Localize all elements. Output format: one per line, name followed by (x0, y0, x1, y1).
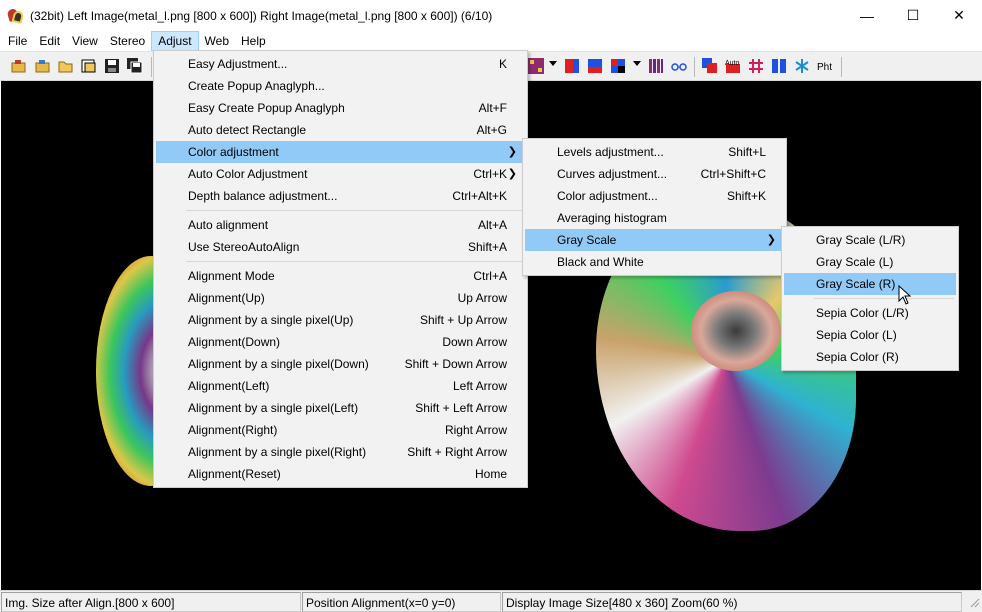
auto-icon[interactable]: Auto (725, 58, 741, 74)
menu-item-curves-adjustment[interactable]: Curves adjustment... Ctrl+Shift+C (525, 163, 784, 185)
window-controls: — ☐ ✕ (844, 0, 982, 31)
submenu-arrow-icon: ❯ (507, 168, 517, 180)
status-position-alignment: Position Alignment(x=0 y=0) (302, 592, 501, 612)
grid-icon[interactable] (748, 58, 764, 74)
dropdown-arrow-icon[interactable] (549, 61, 557, 66)
color-adjustment-submenu: Levels adjustment... Shift+L Curves adjus… (522, 138, 787, 276)
menu-item-color-adjustment[interactable]: Color adjustment ❯ (156, 141, 525, 163)
menu-item-auto-alignment[interactable]: Auto alignment Alt+A (156, 214, 525, 236)
menu-stereo[interactable]: Stereo (104, 31, 151, 51)
resize-grip-icon[interactable] (968, 596, 980, 611)
menu-item-sepia-color-lr[interactable]: Sepia Color (L/R) (784, 302, 956, 324)
status-bar: Img. Size after Align.[800 x 600] Positi… (0, 590, 982, 612)
open-folder-icon[interactable] (58, 58, 74, 74)
close-button[interactable]: ✕ (936, 0, 982, 31)
menu-item-sepia-color-l[interactable]: Sepia Color (L) (784, 324, 956, 346)
adjust-menu: Easy Adjustment... K Create Popup Anaglyp… (153, 50, 528, 488)
menu-item-create-popup-anaglyph[interactable]: Create Popup Anaglyph... (156, 75, 525, 97)
auto-text: Auto (725, 60, 740, 67)
open-stereo-icon[interactable] (81, 58, 97, 74)
menu-item-alignment-down[interactable]: Alignment(Down) Down Arrow (156, 331, 525, 353)
overlap-icon[interactable] (702, 58, 718, 74)
split-view-icon[interactable] (771, 58, 787, 74)
menu-help[interactable]: Help (235, 31, 272, 51)
menu-item-averaging-histogram[interactable]: Averaging histogram (525, 207, 784, 229)
menu-item-depth-balance-adjustment[interactable]: Depth balance adjustment... Ctrl+Alt+K (156, 185, 525, 207)
status-image-size: Img. Size after Align.[800 x 600] (1, 592, 301, 612)
menu-file[interactable]: File (2, 31, 33, 51)
menu-item-gray-scale-lr[interactable]: Gray Scale (L/R) (784, 229, 956, 251)
menu-view[interactable]: View (66, 31, 104, 51)
menu-item-alignment-pixel-left[interactable]: Alignment by a single pixel(Left) Shift +… (156, 397, 525, 419)
menu-item-easy-create-popup-anaglyph[interactable]: Easy Create Popup Anaglyph Alt+F (156, 97, 525, 119)
interlace-icon[interactable] (648, 58, 664, 74)
menu-web[interactable]: Web (199, 31, 235, 51)
open-right-icon[interactable] (35, 58, 51, 74)
menu-item-auto-color-adjustment[interactable]: Auto Color Adjustment Ctrl+K ❯ (156, 163, 525, 185)
menu-item-alignment-up[interactable]: Alignment(Up) Up Arrow (156, 287, 525, 309)
pht-text: Pht (817, 62, 832, 73)
pht-icon[interactable]: Pht (817, 58, 839, 74)
menu-item-easy-adjustment[interactable]: Easy Adjustment... K (156, 53, 525, 75)
save-icon[interactable] (104, 58, 120, 74)
glasses-icon[interactable] (671, 58, 687, 74)
maximize-button[interactable]: ☐ (890, 0, 936, 31)
snowflake-icon[interactable] (794, 58, 810, 74)
minimize-button[interactable]: — (844, 0, 890, 31)
menu-item-alignment-pixel-down[interactable]: Alignment by a single pixel(Down) Shift +… (156, 353, 525, 375)
status-display-size: Display Image Size[480 x 360] Zoom(60 %) (502, 592, 962, 612)
menu-item-auto-detect-rectangle[interactable]: Auto detect Rectangle Alt+G (156, 119, 525, 141)
menu-item-alignment-pixel-right[interactable]: Alignment by a single pixel(Right) Shift … (156, 441, 525, 463)
menu-item-alignment-mode[interactable]: Alignment Mode Ctrl+A (156, 265, 525, 287)
submenu-arrow-icon: ❯ (507, 146, 517, 158)
menu-edit[interactable]: Edit (33, 31, 66, 51)
menu-item-gray-scale-r[interactable]: Gray Scale (R) (784, 273, 956, 295)
menu-item-gray-scale-l[interactable]: Gray Scale (L) (784, 251, 956, 273)
menu-item-alignment-left[interactable]: Alignment(Left) Left Arrow (156, 375, 525, 397)
save-all-icon[interactable] (127, 58, 143, 74)
menu-item-levels-adjustment[interactable]: Levels adjustment... Shift+L (525, 141, 784, 163)
menu-item-alignment-right[interactable]: Alignment(Right) Right Arrow (156, 419, 525, 441)
menu-item-gray-scale[interactable]: Gray Scale ❯ (525, 229, 784, 251)
menu-item-use-stereoautoalign[interactable]: Use StereoAutoAlign Shift+A (156, 236, 525, 258)
menu-item-alignment-pixel-up[interactable]: Alignment by a single pixel(Up) Shift + U… (156, 309, 525, 331)
menu-separator (186, 261, 523, 262)
right-image-detail (691, 291, 781, 371)
menu-bar: File Edit View Stereo Adjust Web Help (0, 31, 982, 51)
color-red-blue-icon[interactable] (564, 58, 580, 74)
title-bar: (32bit) Left Image(metal_l.png [800 x 60… (0, 0, 982, 31)
menu-separator (186, 210, 523, 211)
dropdown-arrow-icon[interactable] (633, 61, 641, 66)
menu-item-sepia-color-r[interactable]: Sepia Color (R) (784, 346, 956, 368)
app-icon (6, 7, 25, 25)
anaglyph-pattern-icon[interactable] (528, 58, 544, 74)
menu-item-alignment-reset[interactable]: Alignment(Reset) Home (156, 463, 525, 485)
menu-item-black-and-white[interactable]: Black and White (525, 251, 784, 273)
menu-separator (814, 298, 954, 299)
color-blue-red-icon[interactable] (587, 58, 603, 74)
window-title: (32bit) Left Image(metal_l.png [800 x 60… (30, 8, 493, 23)
checker-icon[interactable] (610, 58, 626, 74)
gray-scale-submenu: Gray Scale (L/R) Gray Scale (L) Gray Sca… (781, 226, 959, 371)
submenu-arrow-icon: ❯ (766, 234, 776, 246)
menu-item-color-adjustment-dialog[interactable]: Color adjustment... Shift+K (525, 185, 784, 207)
open-left-icon[interactable] (11, 58, 27, 74)
menu-adjust[interactable]: Adjust (151, 31, 199, 51)
